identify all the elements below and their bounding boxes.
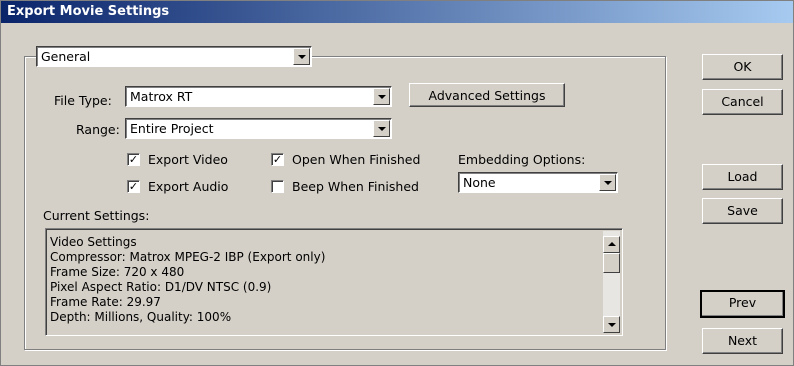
export-audio-checkbox[interactable]: ✓	[127, 180, 140, 193]
range-value: Entire Project	[130, 121, 214, 136]
export-movie-settings-dialog: Export Movie Settings General File Type:…	[0, 0, 794, 366]
scroll-thumb[interactable]	[603, 253, 620, 273]
chevron-down-icon[interactable]	[373, 88, 390, 105]
vertical-scrollbar[interactable]	[603, 231, 620, 333]
export-video-label: Export Video	[148, 152, 228, 167]
settings-line: Depth: Millions, Quality: 100%	[50, 310, 232, 324]
save-button[interactable]: Save	[702, 198, 783, 224]
ok-button[interactable]: OK	[702, 54, 783, 80]
range-dropdown[interactable]: Entire Project	[125, 118, 392, 139]
current-settings-label: Current Settings:	[43, 208, 150, 223]
settings-line: Compressor: Matrox MPEG-2 IBP (Export on…	[50, 250, 326, 264]
open-when-finished-checkbox[interactable]: ✓	[271, 153, 284, 166]
advanced-settings-button[interactable]: Advanced Settings	[409, 83, 565, 107]
prev-button[interactable]: Prev	[700, 290, 785, 318]
beep-when-finished-checkbox[interactable]	[271, 180, 284, 193]
scroll-down-button[interactable]	[603, 316, 620, 333]
current-settings-lines: Video Settings Compressor: Matrox MPEG-2…	[50, 235, 325, 325]
next-button[interactable]: Next	[702, 328, 783, 354]
embedding-options-label: Embedding Options:	[458, 152, 586, 167]
current-settings-text[interactable]: Video Settings Compressor: Matrox MPEG-2…	[45, 228, 623, 336]
embedding-options-value: None	[463, 175, 496, 190]
export-video-checkbox[interactable]: ✓	[127, 153, 140, 166]
settings-line: Frame Size: 720 x 480	[50, 265, 185, 279]
scroll-up-button[interactable]	[603, 236, 620, 253]
cancel-button[interactable]: Cancel	[702, 89, 783, 115]
file-type-label: File Type:	[54, 93, 112, 108]
range-label: Range:	[76, 122, 120, 137]
file-type-dropdown[interactable]: Matrox RT	[125, 86, 392, 107]
chevron-down-icon[interactable]	[373, 120, 390, 137]
load-button[interactable]: Load	[702, 164, 783, 190]
embedding-options-dropdown[interactable]: None	[458, 172, 618, 193]
file-type-value: Matrox RT	[130, 89, 193, 104]
export-audio-label: Export Audio	[148, 179, 229, 194]
category-dropdown[interactable]: General	[36, 46, 312, 67]
settings-line: Frame Rate: 29.97	[50, 295, 161, 309]
beep-when-finished-label: Beep When Finished	[292, 179, 419, 194]
chevron-down-icon[interactable]	[293, 48, 310, 65]
chevron-down-icon	[608, 323, 616, 327]
settings-line: Video Settings	[50, 235, 137, 249]
chevron-down-icon[interactable]	[599, 174, 616, 191]
category-dropdown-value: General	[41, 49, 91, 64]
title-bar: Export Movie Settings	[1, 1, 793, 23]
chevron-up-icon	[608, 242, 616, 246]
open-when-finished-label: Open When Finished	[292, 152, 421, 167]
settings-line: Pixel Aspect Ratio: D1/DV NTSC (0.9)	[50, 280, 272, 294]
